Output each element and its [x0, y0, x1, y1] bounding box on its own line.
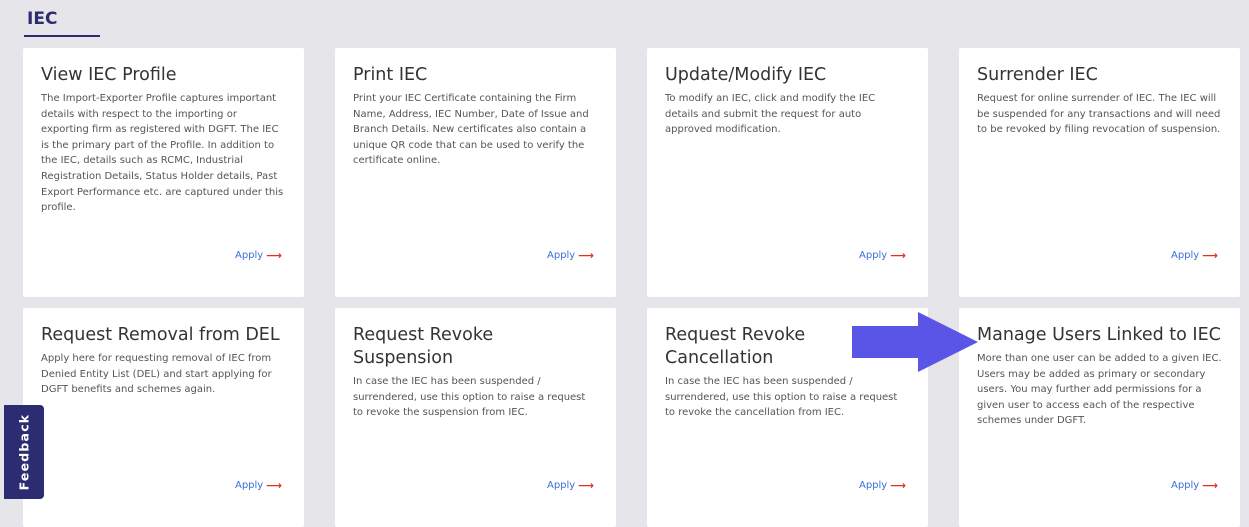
- card-description: Print your IEC Certificate containing th…: [353, 93, 589, 167]
- arrow-right-icon: ⟶: [266, 249, 282, 262]
- apply-link-update-modify-iec[interactable]: Apply ⟶: [859, 250, 906, 261]
- card-title: Update/Modify IEC: [665, 65, 827, 85]
- section-title: IEC: [27, 9, 58, 29]
- card-title: View IEC Profile: [41, 65, 177, 85]
- arrow-right-icon: ⟶: [890, 479, 906, 492]
- card-title: Print IEC: [353, 65, 428, 85]
- arrow-right-icon: ⟶: [578, 479, 594, 492]
- apply-label: Apply: [1170, 250, 1200, 261]
- big-arrow-pointer-icon: [852, 312, 978, 372]
- arrow-right-icon: ⟶: [266, 479, 282, 492]
- card-view-iec-profile: View IEC Profile The Import-Exporter Pro…: [23, 48, 304, 297]
- apply-link-manage-users-linked-to-iec[interactable]: Apply ⟶: [1171, 480, 1218, 491]
- apply-label: Apply: [234, 480, 264, 491]
- card-title: Surrender IEC: [977, 65, 1098, 85]
- card-description: In case the IEC has been suspended / sur…: [665, 376, 898, 419]
- apply-link-surrender-iec[interactable]: Apply ⟶: [1171, 250, 1218, 261]
- card-description: To modify an IEC, click and modify the I…: [665, 93, 876, 136]
- card-description: Request for online surrender of IEC. The…: [977, 93, 1221, 136]
- card-request-removal-from-del: Request Removal from DEL Apply here for …: [23, 308, 304, 527]
- apply-label: Apply: [1170, 480, 1200, 491]
- apply-label: Apply: [546, 480, 576, 491]
- arrow-right-icon: ⟶: [578, 249, 594, 262]
- card-description: Apply here for requesting removal of IEC…: [41, 353, 272, 396]
- section-title-underline: [24, 35, 100, 37]
- card-description: In case the IEC has been suspended / sur…: [353, 376, 586, 419]
- card-print-iec: Print IEC Print your IEC Certificate con…: [335, 48, 616, 297]
- apply-link-request-revoke-suspension[interactable]: Apply ⟶: [547, 480, 594, 491]
- apply-label: Apply: [858, 480, 888, 491]
- feedback-tab[interactable]: Feedback: [4, 405, 44, 499]
- card-title: Request Removal from DEL: [41, 325, 280, 345]
- apply-link-request-revoke-cancellation[interactable]: Apply ⟶: [859, 480, 906, 491]
- card-update-modify-iec: Update/Modify IEC To modify an IEC, clic…: [647, 48, 928, 297]
- arrow-right-icon: ⟶: [1202, 249, 1218, 262]
- arrow-right-icon: ⟶: [1202, 479, 1218, 492]
- arrow-right-icon: ⟶: [890, 249, 906, 262]
- apply-label: Apply: [234, 250, 264, 261]
- card-surrender-iec: Surrender IEC Request for online surrend…: [959, 48, 1240, 297]
- iec-services-page: IEC View IEC Profile The Import-Exporter…: [0, 0, 1249, 527]
- apply-link-print-iec[interactable]: Apply ⟶: [547, 250, 594, 261]
- card-manage-users-linked-to-iec: Manage Users Linked to IEC More than one…: [959, 308, 1240, 527]
- card-request-revoke-suspension: Request Revoke Suspension In case the IE…: [335, 308, 616, 527]
- card-title: Manage Users Linked to IEC: [977, 325, 1221, 345]
- apply-link-request-removal-from-del[interactable]: Apply ⟶: [235, 480, 282, 491]
- feedback-label: Feedback: [16, 413, 32, 491]
- card-title: Request Revoke Suspension: [353, 325, 494, 368]
- apply-link-view-iec-profile[interactable]: Apply ⟶: [235, 250, 282, 261]
- apply-label: Apply: [546, 250, 576, 261]
- card-description: The Import-Exporter Profile captures imp…: [41, 93, 284, 214]
- card-description: More than one user can be added to a giv…: [977, 353, 1222, 427]
- apply-label: Apply: [858, 250, 888, 261]
